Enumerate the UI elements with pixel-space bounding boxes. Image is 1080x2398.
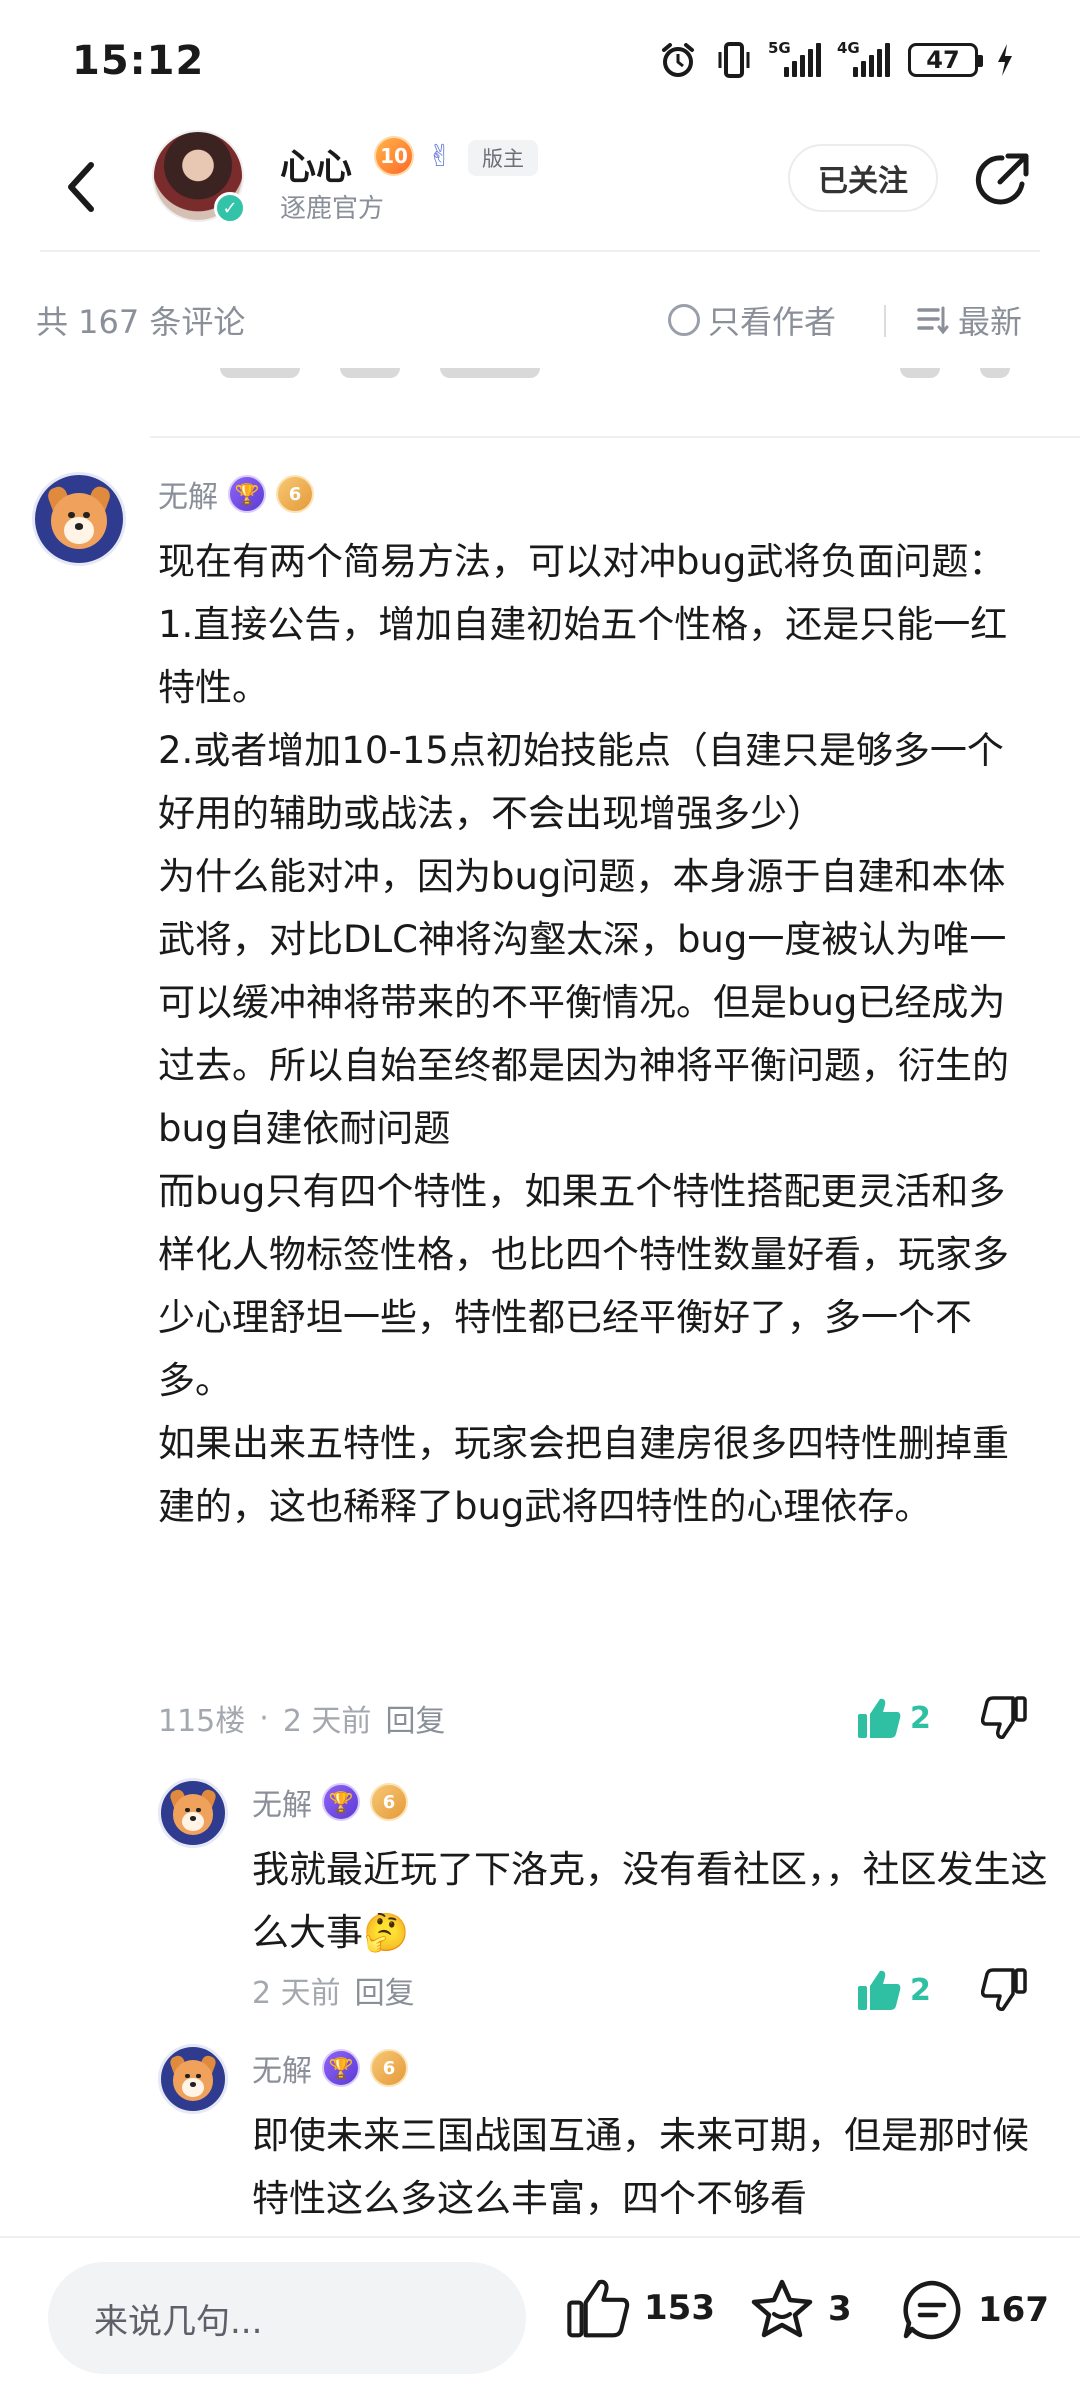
signal-5g-icon: 5G	[768, 39, 821, 77]
reply-time: 2 天前	[252, 1976, 341, 2011]
like-count: 2	[910, 1972, 931, 2008]
author-avatar[interactable]: ✓	[152, 130, 246, 224]
thumbs-up-icon	[858, 1698, 901, 1738]
battery-icon: 47	[908, 43, 983, 77]
reply-button[interactable]: 回复	[355, 1968, 415, 2012]
author-subtitle: 逐鹿官方	[280, 194, 385, 224]
comment-paragraph: 2.或者增加10-15点初始技能点（自建只是够多一个好用的辅助或战法，不会出现增…	[158, 729, 1004, 835]
like-button[interactable]: 2	[856, 1968, 931, 2012]
reply-text: 即使未来三国战国互通，未来可期，但是那时候特性这么多这么丰富，四个不够看	[252, 2114, 1029, 2220]
meta-dot: ·	[259, 1700, 269, 1736]
victory-hand-icon: ✌	[427, 138, 453, 174]
comments-button[interactable]: 167	[900, 2278, 1049, 2342]
sort-button[interactable]: 最新	[916, 297, 1022, 343]
only-author-toggle[interactable]: 只看作者	[668, 297, 836, 343]
share-button[interactable]	[970, 148, 1034, 212]
reply-meta: 2 天前 回复	[252, 1968, 415, 2012]
comment-body: 现在有两个简易方法，可以对冲bug武将负面问题： 1.直接公告，增加自建初始五个…	[158, 530, 1038, 1538]
moderator-tag: 版主	[468, 140, 538, 176]
filter-bar: 共 167 条评论 只看作者 最新	[0, 275, 1080, 365]
comments-count: 167	[978, 2290, 1049, 2330]
comment-count: 共 167 条评论	[36, 303, 246, 341]
reply-body: 我就最近玩了下洛克，没有看社区，，社区发生这么大事🤔	[252, 1838, 1052, 1964]
like-count: 2	[910, 1700, 931, 1736]
share-icon	[975, 153, 1029, 205]
thinking-emoji: 🤔	[363, 1911, 410, 1954]
author-name[interactable]: 心心	[280, 138, 352, 190]
level-badge: 10	[374, 136, 414, 176]
reply-header: 无解 🏆 6	[252, 1780, 408, 1824]
sort-label: 最新	[958, 303, 1023, 341]
charging-icon	[996, 42, 1014, 78]
bottom-action-bar: 来说几句... 153 3 167	[0, 2236, 1080, 2398]
status-time: 15:12	[72, 38, 205, 84]
status-icons: 5G 4G 47	[658, 39, 1014, 80]
back-button[interactable]	[50, 152, 110, 222]
only-author-label: 只看作者	[708, 303, 837, 341]
trophy-icon: 🏆	[322, 2049, 360, 2087]
follow-button[interactable]: 已关注	[788, 144, 938, 212]
comment-input[interactable]: 来说几句...	[48, 2262, 526, 2374]
list-divider	[150, 436, 1080, 438]
favorite-button[interactable]: 3	[750, 2278, 852, 2340]
comment-time: 2 天前	[282, 1704, 372, 1739]
comment-paragraph: 1.直接公告，增加自建初始五个性格，还是只能一红特性。	[158, 603, 1008, 709]
status-bar: 15:12 5G 4G 47	[0, 0, 1080, 130]
commenter-avatar[interactable]	[32, 472, 126, 566]
chevron-left-icon	[68, 162, 94, 212]
trophy-icon: 🏆	[322, 1783, 360, 1821]
post-like-count: 153	[644, 2288, 715, 2328]
reply-body: 即使未来三国战国互通，未来可期，但是那时候特性这么多这么丰富，四个不够看	[252, 2104, 1052, 2232]
header-divider	[40, 250, 1040, 252]
comment-bubble-icon	[903, 2280, 961, 2340]
favorite-count: 3	[828, 2289, 852, 2329]
dislike-button[interactable]	[980, 1694, 1028, 1742]
comment-header: 无解 🏆 6	[158, 472, 314, 516]
reply-button[interactable]: 回复	[385, 1696, 445, 1740]
alarm-icon	[658, 40, 698, 80]
comment-paragraph: 为什么能对冲，因为bug问题，本身源于自建和本体武将，对比DLC神将沟壑太深，b…	[158, 855, 1009, 1150]
commenter-name[interactable]: 无解	[158, 472, 218, 516]
dislike-button[interactable]	[980, 1966, 1028, 2014]
comment-paragraph: 如果出来五特性，玩家会把自建房很多四特性删掉重建的，这也稀释了bug武将四特性的…	[158, 1422, 1009, 1528]
thumbs-up-outline-icon	[567, 2279, 630, 2338]
filter-divider	[884, 305, 886, 337]
reply-avatar[interactable]	[158, 2044, 228, 2114]
user-level-badge: 6	[370, 2049, 408, 2087]
reply-avatar[interactable]	[158, 1778, 228, 1848]
reply-header: 无解 🏆 6	[252, 2046, 408, 2090]
previous-comment-cutoff	[160, 368, 1020, 398]
thumbs-down-icon	[981, 1696, 1027, 1739]
trophy-icon: 🏆	[228, 475, 266, 513]
reply-user-name[interactable]: 无解	[252, 2046, 312, 2090]
comment-paragraph: 现在有两个简易方法，可以对冲bug武将负面问题：	[158, 540, 1006, 583]
verified-icon: ✓	[214, 192, 246, 224]
star-icon	[751, 2279, 813, 2338]
comment-paragraph: 而bug只有四个特性，如果五个特性搭配更灵活和多样化人物标签性格，也比四个特性数…	[158, 1170, 1009, 1402]
signal-4g-icon: 4G	[837, 39, 890, 77]
comment-meta: 115楼 · 2 天前 回复	[158, 1696, 445, 1740]
like-button[interactable]: 2	[856, 1696, 931, 1740]
post-like-button[interactable]: 153	[566, 2278, 715, 2338]
radio-icon	[668, 304, 700, 336]
thumbs-up-icon	[858, 1970, 901, 2010]
vibrate-icon	[716, 40, 752, 80]
sort-icon	[917, 306, 949, 335]
reply-user-name[interactable]: 无解	[252, 1780, 312, 1824]
thumbs-down-icon	[981, 1968, 1027, 2011]
user-level-badge: 6	[276, 475, 314, 513]
user-level-badge: 6	[370, 1783, 408, 1821]
floor-number: 115楼	[158, 1704, 246, 1739]
